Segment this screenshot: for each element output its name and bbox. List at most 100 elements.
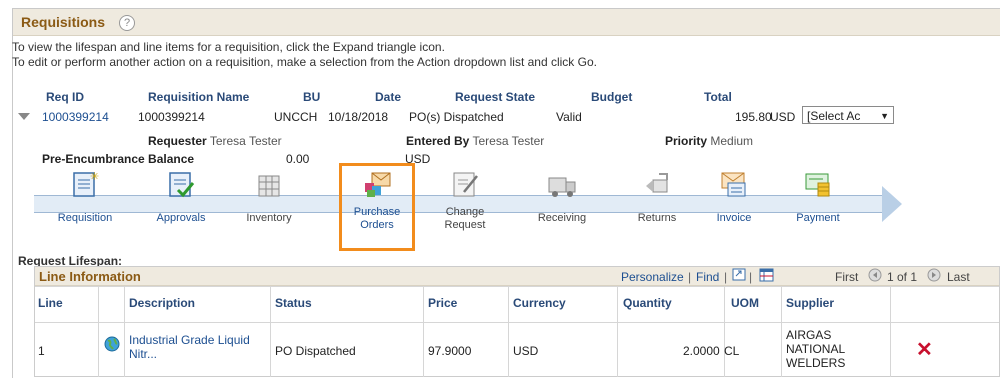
stage-label: Invoice	[716, 212, 752, 224]
action-dropdown[interactable]: [Select Ac ▼	[802, 106, 894, 124]
stage-approvals[interactable]: Approvals	[144, 170, 218, 225]
col-request-state[interactable]: Request State	[455, 90, 535, 104]
budget-status: Valid	[556, 110, 582, 124]
grid-divider	[724, 286, 725, 377]
priority-label: Priority	[665, 134, 708, 148]
instruction-line-2: To edit or perform another action on a r…	[12, 55, 597, 69]
entered-by-value: Teresa Tester	[472, 134, 545, 148]
action-dropdown-value: [Select Ac	[807, 109, 861, 123]
approvals-icon	[166, 170, 196, 198]
col-quantity[interactable]: Quantity	[623, 296, 672, 310]
line-price: 97.9000	[428, 344, 472, 358]
stage-change-request[interactable]: Change Request	[428, 170, 502, 232]
requisition-icon: ✳	[70, 170, 100, 198]
grid-divider	[124, 286, 125, 377]
grid-divider	[98, 286, 99, 377]
priority-value: Medium	[710, 134, 754, 148]
grid-divider	[508, 286, 509, 377]
description-line2: Nitr...	[129, 347, 158, 361]
col-total[interactable]: Total	[704, 90, 732, 104]
receiving-icon	[547, 170, 577, 198]
inventory-icon	[254, 170, 284, 198]
req-id-link[interactable]: 1000399214	[42, 110, 109, 124]
supplier-line1: AIRGAS	[786, 328, 832, 342]
line-uom: CL	[724, 344, 740, 358]
grid-divider	[270, 286, 271, 377]
stage-payment[interactable]: Payment	[781, 170, 855, 225]
priority-field: Priority Medium	[665, 134, 753, 148]
col-description[interactable]: Description	[129, 296, 195, 310]
business-unit: UNCCH	[274, 110, 318, 124]
total-amount: 195.80	[735, 110, 772, 124]
delete-line-icon[interactable]: ✕	[916, 337, 933, 362]
stage-invoice[interactable]: Invoice	[697, 170, 771, 225]
col-req-id[interactable]: Req ID	[46, 90, 84, 104]
grid-divider	[890, 286, 891, 377]
next-icon[interactable]	[927, 268, 941, 285]
stage-label: Requisition	[57, 212, 113, 224]
col-status[interactable]: Status	[275, 296, 312, 310]
chevron-down-icon: ▼	[880, 111, 889, 121]
view-all-icon[interactable]	[732, 268, 746, 284]
separator: |	[749, 270, 753, 284]
pre-encumbrance-label: Pre-Encumbrance Balance	[42, 152, 195, 166]
stage-requisition[interactable]: ✳ Requisition	[48, 170, 122, 225]
change-request-icon	[450, 170, 480, 198]
svg-text:✳: ✳	[90, 170, 99, 183]
first-label: First	[835, 270, 859, 284]
grid-header: Line Information Personalize | Find | | …	[35, 267, 999, 286]
stage-label: Payment	[796, 212, 840, 224]
line-currency: USD	[513, 344, 539, 358]
requester-label: Requester	[148, 134, 207, 148]
find-link[interactable]: Find	[696, 270, 719, 284]
stage-receiving[interactable]: Receiving	[525, 170, 599, 225]
page-title: Requisitions	[21, 14, 106, 30]
requisition-name: 1000399214	[138, 110, 205, 124]
stage-label: Receiving	[537, 212, 587, 224]
grid-divider	[35, 286, 999, 287]
col-supplier[interactable]: Supplier	[786, 296, 834, 310]
line-quantity: 2.0000	[683, 344, 720, 358]
previous-icon[interactable]	[868, 268, 882, 285]
expand-triangle-icon[interactable]	[18, 113, 30, 120]
stage-inventory[interactable]: Inventory	[232, 170, 306, 225]
line-number: 1	[38, 344, 45, 358]
globe-icon[interactable]	[104, 336, 120, 355]
col-price[interactable]: Price	[428, 296, 457, 310]
description-line1: Industrial Grade Liquid	[129, 333, 250, 347]
lifespan-arrowhead	[882, 186, 902, 222]
total-currency: USD	[770, 110, 796, 124]
instruction-line-1: To view the lifespan and line items for …	[12, 40, 445, 54]
col-currency[interactable]: Currency	[513, 296, 566, 310]
stage-label: Inventory	[246, 212, 292, 224]
col-budget[interactable]: Budget	[591, 90, 632, 104]
entered-by-label: Entered By	[406, 134, 470, 148]
supplier-line2: NATIONAL	[786, 342, 846, 356]
col-uom[interactable]: UOM	[731, 296, 759, 310]
entered-by-field: Entered By Teresa Tester	[406, 134, 544, 148]
pager-text: 1 of 1	[887, 270, 918, 284]
col-line[interactable]: Line	[38, 296, 63, 310]
stage-returns[interactable]: Returns	[620, 170, 694, 225]
personalize-link[interactable]: Personalize	[621, 270, 684, 284]
grid-divider	[423, 286, 424, 377]
grid-divider	[617, 286, 618, 377]
stage-label-line2: Request	[444, 219, 486, 231]
download-grid-icon[interactable]	[759, 268, 774, 285]
pre-encumbrance-value: 0.00	[286, 152, 310, 166]
separator: |	[688, 270, 692, 284]
col-date[interactable]: Date	[375, 90, 401, 104]
help-icon[interactable]: ?	[119, 15, 135, 31]
requester-field: Requester Teresa Tester	[148, 134, 282, 148]
panel-header: Requisitions ?	[13, 9, 1000, 36]
col-requisition-name[interactable]: Requisition Name	[148, 90, 249, 104]
item-description-link[interactable]: Industrial Grade Liquid Nitr...	[129, 333, 250, 361]
col-bu[interactable]: BU	[303, 90, 320, 104]
requester-value: Teresa Tester	[209, 134, 282, 148]
separator: |	[724, 270, 728, 284]
purchase-orders-highlight	[339, 163, 415, 251]
req-date: 10/18/2018	[328, 110, 389, 124]
stage-label-line1: Change	[445, 206, 485, 218]
request-state: PO(s) Dispatched	[409, 110, 504, 124]
last-label: Last	[947, 270, 970, 284]
